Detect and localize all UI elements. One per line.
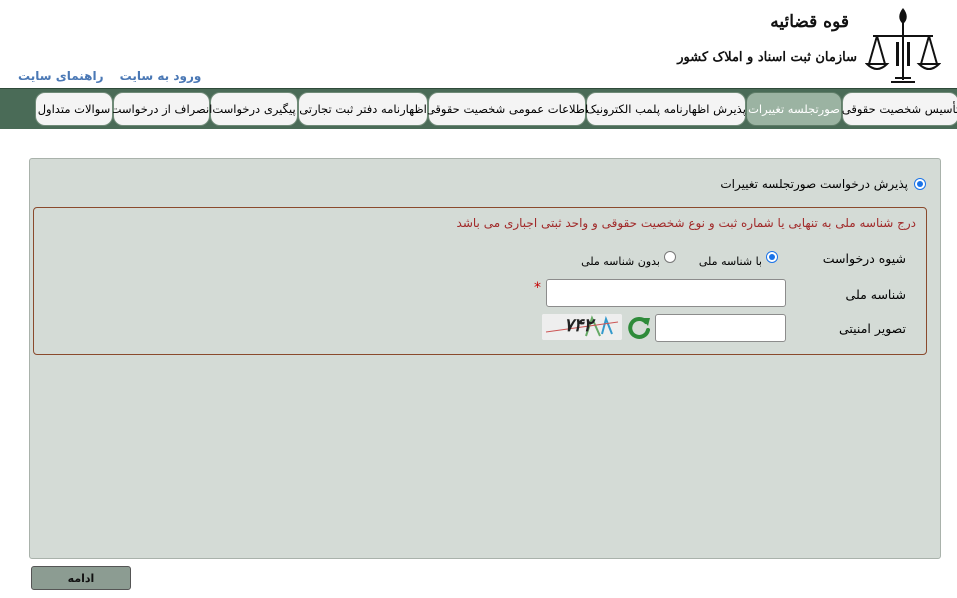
tab-establish-legal-entity[interactable]: تأسیس شخصیت حقوقی — [842, 92, 957, 126]
justice-scales-emblem-icon — [865, 8, 941, 83]
request-form-box: درج شناسه ملی به تنهایی یا شماره ثبت و ن… — [33, 207, 927, 355]
change-minutes-option-label: پذیرش درخواست صورتجلسه تغییرات — [720, 177, 908, 191]
organization-logo-text: قوه قضائیه سازمان ثبت اسناد و املاک کشور — [677, 12, 857, 65]
change-minutes-option[interactable]: پذیرش درخواست صورتجلسه تغییرات — [720, 177, 926, 191]
change-minutes-radio[interactable] — [914, 178, 926, 190]
required-fields-notice: درج شناسه ملی به تنهایی یا شماره ثبت و ن… — [456, 216, 916, 230]
tab-legal-entity-public-info[interactable]: اطلاعات عمومی شخصیت حقوقی — [426, 92, 588, 126]
national-id-label: شناسه ملی — [845, 287, 906, 302]
top-links: ورود به سایت راهنمای سایت — [6, 69, 201, 83]
captcha-text: ۷۴۲ — [564, 315, 594, 336]
main-navigation: تأسیس شخصیت حقوقی صورتجلسه تغییرات پذیرش… — [0, 88, 957, 129]
without-national-id-option[interactable]: بدون شناسه ملی — [581, 246, 676, 268]
captcha-input[interactable] — [655, 314, 786, 342]
request-method-label: شیوه درخواست — [822, 251, 906, 266]
captcha-label: تصویر امنیتی — [838, 321, 906, 336]
with-national-id-label: با شناسه ملی — [698, 255, 762, 268]
without-national-id-radio[interactable] — [664, 251, 676, 263]
tab-change-minutes[interactable]: صورتجلسه تغییرات — [746, 92, 842, 126]
required-asterisk: * — [534, 280, 541, 296]
with-national-id-option[interactable]: با شناسه ملی — [699, 246, 778, 268]
tab-commercial-register-declaration[interactable]: اظهارنامه دفتر ثبت تجارتی — [298, 92, 428, 126]
site-guide-link[interactable]: راهنمای سایت — [18, 69, 103, 83]
with-national-id-radio[interactable] — [766, 251, 778, 263]
without-national-id-label: بدون شناسه ملی — [581, 255, 660, 268]
tab-faq[interactable]: سوالات متداول — [35, 92, 113, 126]
tab-electronic-seal-declaration[interactable]: پذیرش اظهارنامه پلمب الکترونیک — [586, 92, 746, 126]
site-header: ورود به سایت راهنمای سایت قوه قضائیه ساز… — [0, 0, 957, 88]
tab-cancel-request[interactable]: انصراف از درخواست — [111, 92, 212, 126]
continue-button[interactable]: ادامه — [31, 566, 131, 590]
national-id-input[interactable] — [546, 279, 786, 307]
captcha-image: ۷۴۲ — [542, 314, 622, 340]
login-link[interactable]: ورود به سایت — [120, 69, 202, 83]
organization-title: سازمان ثبت اسناد و املاک کشور — [677, 50, 857, 65]
tab-track-request[interactable]: پیگیری درخواست — [210, 92, 298, 126]
request-panel: پذیرش درخواست صورتجلسه تغییرات درج شناسه… — [29, 158, 941, 559]
refresh-captcha-icon[interactable] — [626, 315, 652, 341]
judiciary-title: قوه قضائیه — [770, 12, 849, 32]
